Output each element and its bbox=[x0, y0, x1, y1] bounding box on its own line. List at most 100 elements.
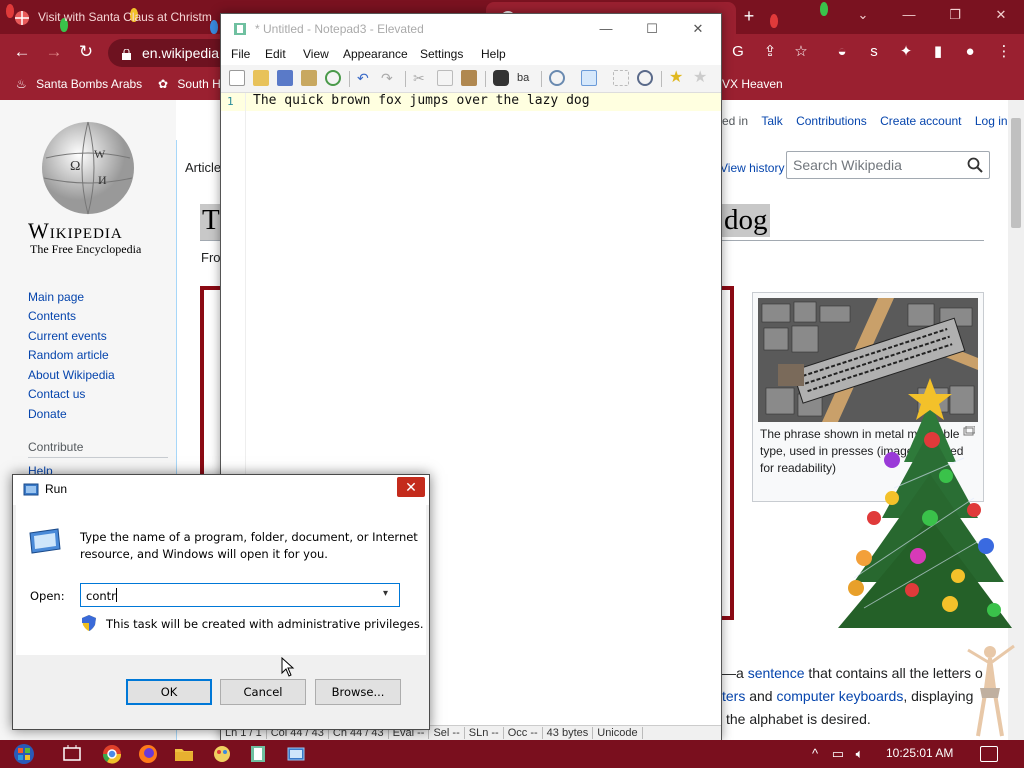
cut-icon[interactable]: ✂ bbox=[413, 70, 429, 86]
reload-button[interactable]: ↻ bbox=[76, 42, 96, 62]
replace-icon[interactable]: ba bbox=[517, 70, 533, 86]
fire-icon: ♨ bbox=[16, 77, 27, 91]
wikipedia-tagline: The Free Encyclopedia bbox=[30, 242, 142, 256]
tab-santa[interactable]: Visit with Santa Claus at Christm bbox=[0, 2, 220, 34]
chevron-down-icon[interactable]: ▾ bbox=[383, 588, 393, 600]
new-file-icon[interactable] bbox=[229, 70, 245, 86]
status-occurrences: Occ -- bbox=[503, 727, 543, 739]
menu-file[interactable]: File bbox=[231, 47, 250, 61]
para-prefix: —a bbox=[722, 665, 748, 681]
tab-article[interactable]: Article bbox=[185, 160, 221, 175]
notepad-titlebar[interactable]: * Untitled - Notepad3 - Elevated — ☐ ✕ bbox=[221, 14, 721, 44]
log-in-link[interactable]: Log in bbox=[975, 114, 1008, 128]
wikipedia-wordmark[interactable]: Wikipedia bbox=[28, 218, 123, 244]
chevron-up-icon[interactable]: ^ bbox=[812, 746, 818, 761]
view-icon[interactable] bbox=[613, 70, 629, 86]
status-encoding[interactable]: Unicode bbox=[593, 727, 643, 739]
copy-icon[interactable] bbox=[437, 70, 453, 86]
address-bar[interactable]: en.wikipedia bbox=[108, 39, 226, 67]
cancel-button[interactable]: Cancel bbox=[220, 679, 306, 705]
network-icon[interactable]: ▭ bbox=[832, 746, 844, 761]
taskbar-clock[interactable]: 10:25:01 AM bbox=[886, 746, 953, 760]
restore-button[interactable]: ❐ bbox=[932, 0, 978, 30]
revert-icon[interactable] bbox=[325, 70, 341, 86]
close-button[interactable]: ✕ bbox=[397, 477, 425, 497]
word-wrap-icon[interactable] bbox=[581, 70, 597, 86]
run-titlebar[interactable]: Run ✕ bbox=[13, 475, 429, 505]
bookmark-vx-heaven[interactable]: VX Heaven bbox=[722, 77, 783, 91]
nav-current-events[interactable]: Current events bbox=[28, 329, 107, 343]
new-tab-button[interactable]: + bbox=[740, 7, 758, 25]
bookmark-label: Santa Bombs Arabs bbox=[36, 77, 143, 91]
nav-random-article[interactable]: Random article bbox=[28, 348, 109, 362]
file-explorer-icon[interactable] bbox=[174, 744, 194, 764]
side-panel-icon[interactable]: ▮ bbox=[928, 42, 948, 62]
create-account-link[interactable]: Create account bbox=[880, 114, 961, 128]
menu-settings[interactable]: Settings bbox=[420, 47, 463, 61]
notification-center-icon[interactable] bbox=[980, 746, 998, 762]
paint-icon[interactable] bbox=[212, 744, 232, 764]
bookmark-label: VX Heaven bbox=[722, 77, 783, 91]
menu-edit[interactable]: Edit bbox=[265, 47, 286, 61]
firefox-icon[interactable] bbox=[138, 744, 158, 764]
run-command-input[interactable]: contr ▾ bbox=[80, 583, 400, 607]
link-letters[interactable]: ters bbox=[722, 688, 745, 704]
google-icon[interactable]: G bbox=[728, 42, 748, 62]
save-icon[interactable] bbox=[277, 70, 293, 86]
nav-main-page[interactable]: Main page bbox=[28, 290, 84, 304]
undo-icon[interactable]: ↶ bbox=[357, 70, 373, 86]
run-icon[interactable] bbox=[286, 744, 306, 764]
task-view-icon[interactable] bbox=[62, 744, 82, 764]
nav-contact-us[interactable]: Contact us bbox=[28, 387, 85, 401]
chevron-down-icon[interactable]: ⌄ bbox=[840, 0, 886, 30]
tab-view-history[interactable]: View history bbox=[720, 161, 784, 175]
close-button[interactable]: ✕ bbox=[978, 0, 1024, 30]
redo-icon[interactable]: ↷ bbox=[381, 70, 397, 86]
minimize-button[interactable]: — bbox=[886, 0, 932, 30]
nav-about-wikipedia[interactable]: About Wikipedia bbox=[28, 368, 115, 382]
menu-kebab-icon[interactable]: ⋮ bbox=[994, 42, 1014, 62]
browse-button[interactable]: Browse... bbox=[315, 679, 401, 705]
nav-contents[interactable]: Contents bbox=[28, 309, 76, 323]
editor-text[interactable]: The quick brown fox jumps over the lazy … bbox=[253, 93, 590, 108]
bookmark-star-icon[interactable]: ☆ bbox=[791, 42, 811, 62]
s-extension-icon[interactable]: s bbox=[864, 42, 884, 62]
menu-appearance[interactable]: Appearance bbox=[343, 47, 408, 61]
notepad3-icon[interactable] bbox=[248, 744, 268, 764]
view-history-label: View history bbox=[720, 161, 785, 175]
search-icon[interactable] bbox=[967, 157, 983, 173]
menu-view[interactable]: View bbox=[303, 47, 329, 61]
find-binoculars-icon[interactable] bbox=[493, 70, 509, 86]
minimize-button[interactable]: — bbox=[583, 18, 629, 40]
chrome-icon[interactable] bbox=[102, 744, 122, 764]
talk-link[interactable]: Talk bbox=[761, 114, 782, 128]
open-folder-icon[interactable] bbox=[253, 70, 269, 86]
menu-help[interactable]: Help bbox=[481, 47, 506, 61]
maximize-button[interactable]: ☐ bbox=[629, 18, 675, 40]
bookmark-south-h[interactable]: ✿ South H bbox=[158, 77, 221, 91]
favorites-star-icon[interactable]: ★ bbox=[669, 70, 685, 86]
zoom-in-icon[interactable] bbox=[637, 70, 653, 86]
contributions-link[interactable]: Contributions bbox=[796, 114, 867, 128]
save-as-icon[interactable] bbox=[301, 70, 317, 86]
nav-donate[interactable]: Donate bbox=[28, 407, 67, 421]
share-icon[interactable]: ⇪ bbox=[760, 42, 780, 62]
zoom-icon[interactable] bbox=[549, 70, 565, 86]
bookmark-santa-bombs[interactable]: ♨ Santa Bombs Arabs bbox=[16, 77, 142, 91]
back-button[interactable]: ← bbox=[12, 42, 32, 62]
scrollbar-thumb[interactable] bbox=[1011, 118, 1021, 228]
link-computer-keyboards[interactable]: computer keyboards bbox=[776, 688, 903, 704]
volume-icon[interactable]: 🔈︎ bbox=[856, 746, 864, 761]
paste-icon[interactable] bbox=[461, 70, 477, 86]
close-button[interactable]: ✕ bbox=[675, 18, 721, 40]
ok-button[interactable]: OK bbox=[126, 679, 212, 705]
flag-extension-icon[interactable]: ◒ bbox=[832, 42, 852, 62]
wiki-search-input[interactable]: Search Wikipedia bbox=[786, 151, 990, 179]
link-sentence[interactable]: sentence bbox=[748, 665, 805, 681]
add-favorite-icon[interactable]: ★ bbox=[693, 70, 709, 86]
wikipedia-globe-logo[interactable]: Ω W И bbox=[36, 118, 140, 216]
extensions-puzzle-icon[interactable]: ✦ bbox=[896, 42, 916, 62]
profile-avatar-icon[interactable]: ● bbox=[960, 42, 980, 62]
start-orb-icon[interactable] bbox=[12, 743, 36, 765]
forward-button[interactable]: → bbox=[44, 42, 64, 62]
